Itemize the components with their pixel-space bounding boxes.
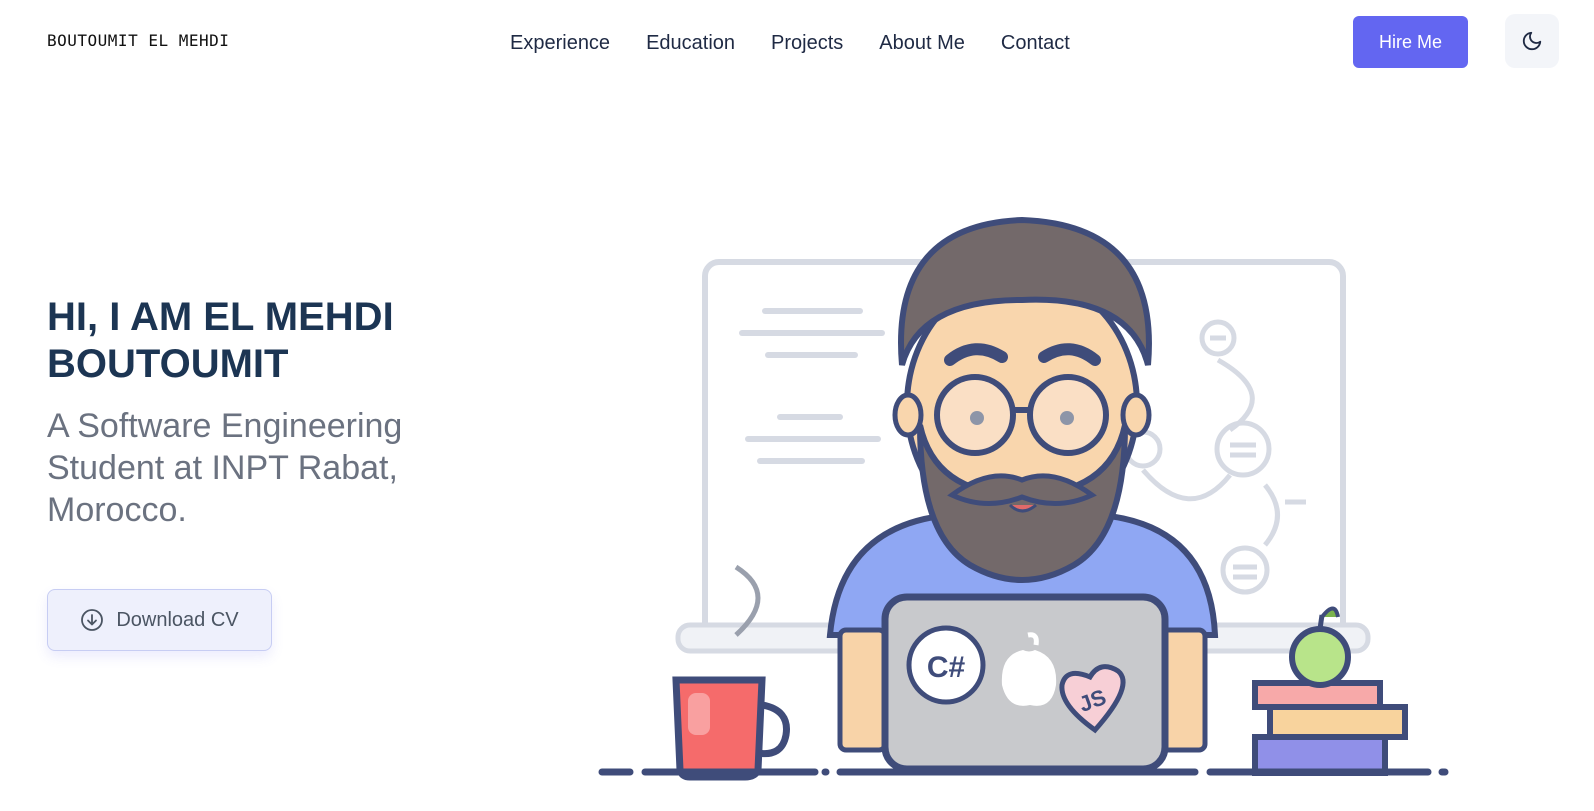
hero-title: HI, I AM EL MEHDI BOUTOUMIT <box>47 294 527 388</box>
coffee-mug <box>672 676 790 781</box>
download-circle-icon <box>81 609 104 631</box>
nav-education[interactable]: Education <box>646 32 735 55</box>
hero-title-line2: BOUTOUMIT <box>47 342 289 386</box>
book-stack <box>1252 680 1408 776</box>
developer-illustration: C# JS <box>598 216 1449 781</box>
hero-title-line1: HI, I AM EL MEHDI <box>47 295 394 339</box>
moon-icon <box>1522 31 1542 51</box>
laptop-sticker-csharp: C# <box>927 651 966 684</box>
nav-about-me[interactable]: About Me <box>879 32 965 55</box>
download-cv-button[interactable]: Download CV <box>47 589 272 651</box>
nav-projects[interactable]: Projects <box>771 32 843 55</box>
theme-toggle-button[interactable] <box>1505 14 1559 68</box>
nav-experience[interactable]: Experience <box>510 32 610 55</box>
site-logo[interactable]: BOUTOUMIT EL MEHDI <box>47 31 229 50</box>
hero-subtitle: A Software Engineering Student at INPT R… <box>47 407 403 529</box>
download-cv-label: Download CV <box>116 608 239 631</box>
main-nav: Experience Education Projects About Me C… <box>510 32 1070 55</box>
nav-contact[interactable]: Contact <box>1001 32 1070 55</box>
hire-me-button[interactable]: Hire Me <box>1353 16 1468 68</box>
